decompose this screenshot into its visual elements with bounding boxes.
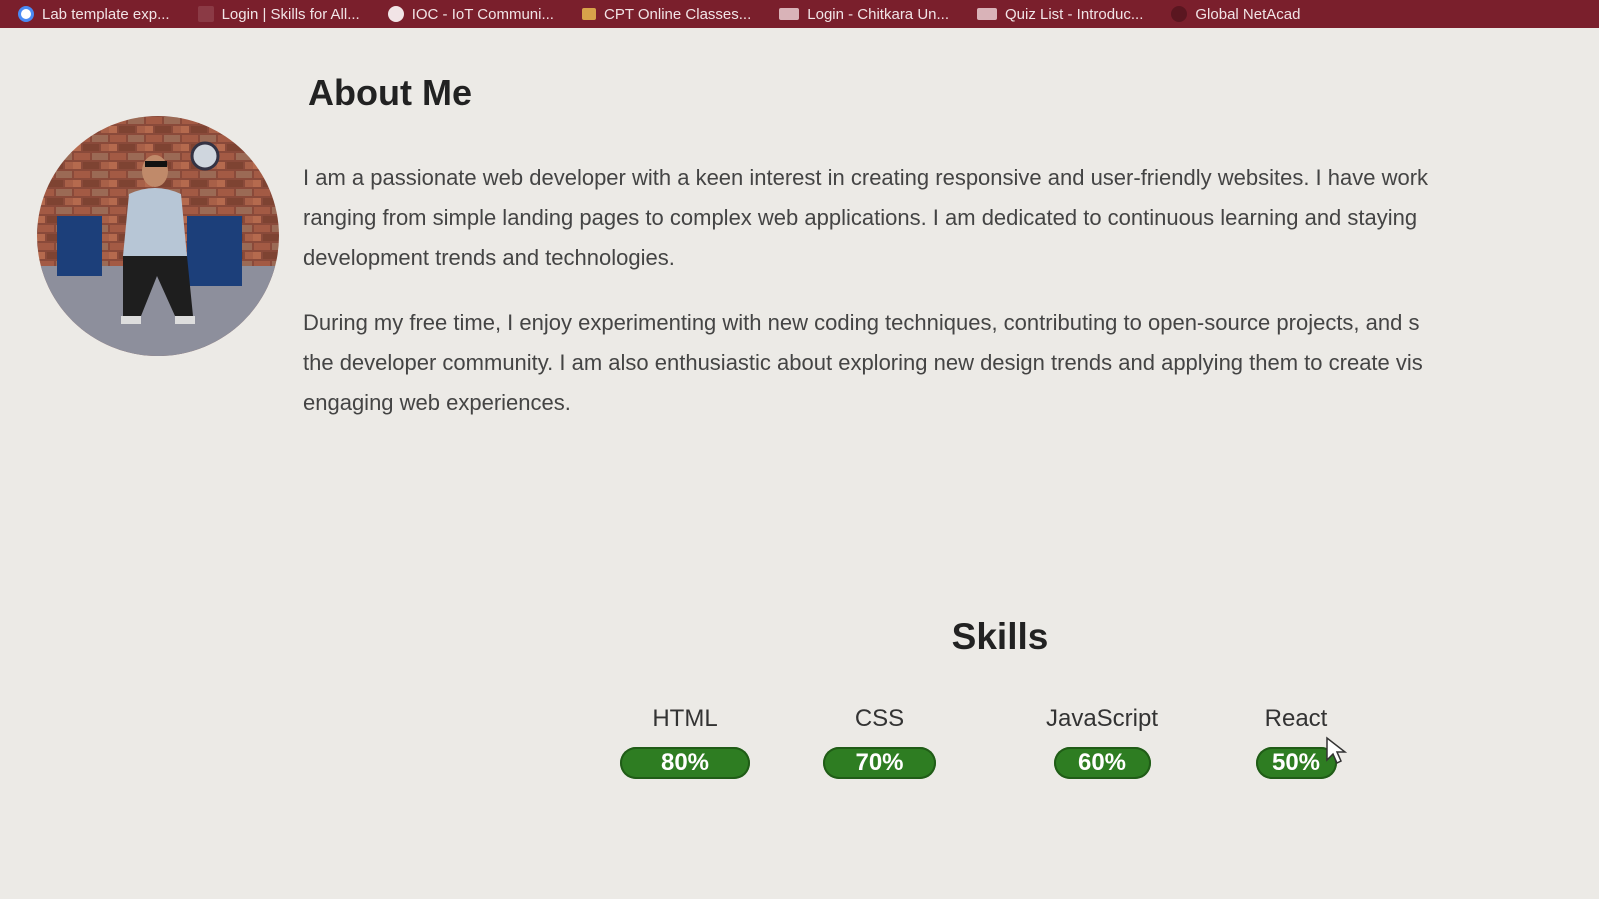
about-paragraph-2: During my free time, I enjoy experimenti… — [303, 303, 1599, 423]
skill-bar: 60% — [1053, 747, 1151, 779]
bookmark-label: Login - Chitkara Un... — [807, 5, 949, 23]
skill-bar: 70% — [823, 747, 936, 779]
about-line: the developer community. I am also enthu… — [303, 350, 1423, 375]
about-paragraph-1: I am a passionate web developer with a k… — [303, 158, 1599, 278]
about-title: About Me — [308, 72, 472, 113]
dtl-icon — [779, 8, 800, 20]
bookmark-item[interactable]: Quiz List - Introduc... — [977, 6, 1143, 23]
about-line: ranging from simple landing pages to com… — [303, 205, 1418, 230]
about-line: engaging web experiences. — [303, 390, 571, 415]
profile-photo — [37, 116, 279, 356]
mouse-cursor-icon — [1326, 736, 1347, 765]
bookmark-item[interactable]: Lab template exp... — [18, 6, 170, 23]
bookmark-label: Quiz List - Introduc... — [1005, 5, 1144, 23]
skill-css: CSS 70% — [823, 705, 936, 779]
bookmark-item[interactable]: Global NetAcad — [1171, 6, 1300, 23]
bookmarks-bar: Lab template exp... Login | Skills for A… — [0, 0, 1599, 28]
skills-icon — [197, 6, 214, 22]
skills-title: Skills — [951, 616, 1049, 657]
bookmark-label: Global NetAcad — [1195, 5, 1301, 23]
skill-html: HTML 80% — [620, 705, 750, 779]
skill-bar: 80% — [620, 747, 750, 779]
skill-name: React — [1264, 705, 1328, 732]
about-line: During my free time, I enjoy experimenti… — [303, 310, 1420, 335]
bookmark-label: Login | Skills for All... — [221, 5, 360, 23]
profile-avatar — [37, 116, 279, 356]
skill-name: HTML — [652, 705, 718, 732]
bookmark-label: Lab template exp... — [42, 5, 170, 23]
bookmark-item[interactable]: Login | Skills for All... — [197, 5, 360, 23]
bookmark-label: IOC - IoT Communi... — [411, 5, 554, 23]
globe-icon — [387, 6, 404, 22]
folder-icon — [581, 8, 596, 20]
bookmark-item[interactable]: Login - Chitkara Un... — [779, 6, 949, 23]
dtl-icon — [977, 8, 997, 20]
bookmark-label: CPT Online Classes... — [603, 5, 752, 23]
about-line: I am a passionate web developer with a k… — [303, 165, 1429, 190]
netacad-icon — [1171, 6, 1188, 22]
bookmark-item[interactable]: IOC - IoT Communi... — [387, 5, 554, 23]
skill-react: React 50% — [1221, 705, 1371, 779]
about-line: development trends and technologies. — [303, 245, 675, 270]
skill-name: CSS — [854, 705, 905, 732]
skill-javascript: JavaScript 60% — [1024, 705, 1180, 779]
google-icon — [18, 6, 34, 22]
bookmark-item[interactable]: CPT Online Classes... — [581, 5, 752, 23]
skill-name: JavaScript — [1045, 705, 1159, 732]
